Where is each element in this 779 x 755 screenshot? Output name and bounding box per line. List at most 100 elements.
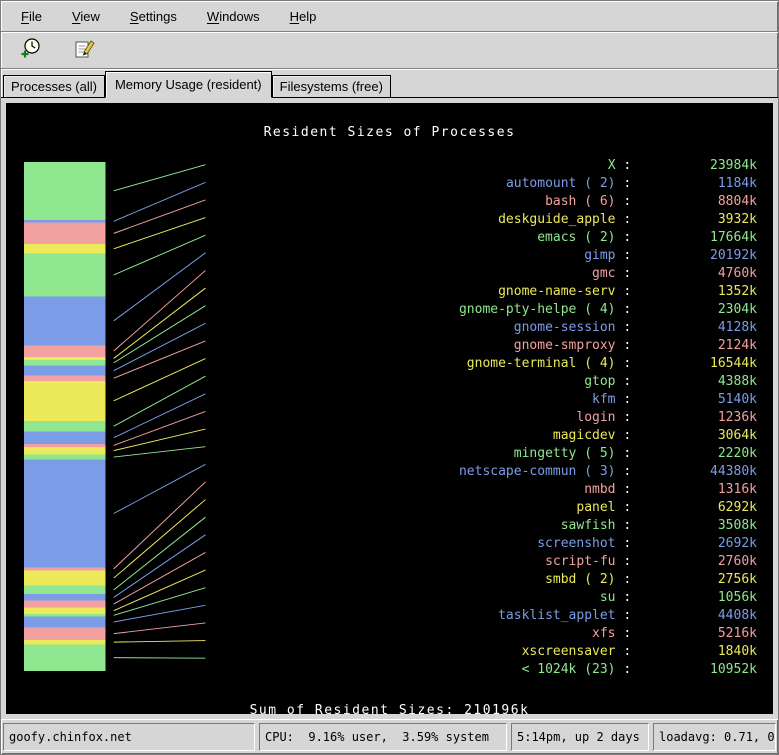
process-value: 1056k [639, 589, 757, 607]
colon-separator: : [616, 500, 639, 515]
process-row: kfm : 5140k [459, 391, 757, 409]
colon-separator: : [616, 608, 639, 623]
colon-separator: : [616, 482, 639, 497]
process-value: 2692k [639, 535, 757, 553]
process-value: 2760k [639, 553, 757, 571]
edit-properties-button[interactable] [71, 36, 99, 64]
colon-separator: : [616, 572, 639, 587]
colon-separator: : [616, 410, 639, 425]
process-value: 44380k [639, 463, 757, 481]
process-name: emacs ( 2) [537, 230, 615, 245]
process-name: mingetty ( 5) [514, 446, 616, 461]
colon-separator: : [616, 554, 639, 569]
process-value: 5216k [639, 625, 757, 643]
process-name: screenshot [537, 536, 615, 551]
process-value: 23984k [639, 157, 757, 175]
process-row: emacs ( 2) : 17664k [459, 229, 757, 247]
colon-separator: : [616, 320, 639, 335]
process-row: xfs : 5216k [459, 625, 757, 643]
process-row: nmbd : 1316k [459, 481, 757, 499]
status-cpu: CPU: 9.16% user, 3.59% system [259, 723, 507, 751]
colon-separator: : [616, 338, 639, 353]
process-name: gtop [584, 374, 615, 389]
process-name: netscape-commun ( 3) [459, 464, 616, 479]
colon-separator: : [616, 446, 639, 461]
process-name: kfm [592, 392, 615, 407]
process-value: 2304k [639, 301, 757, 319]
colon-separator: : [616, 644, 639, 659]
notebook-tabs: Processes (all)Memory Usage (resident)Fi… [1, 71, 778, 97]
process-row: script-fu : 2760k [459, 553, 757, 571]
process-value: 1316k [639, 481, 757, 499]
process-row: login : 1236k [459, 409, 757, 427]
process-value: 1352k [639, 283, 757, 301]
colon-separator: : [616, 392, 639, 407]
process-value: 2220k [639, 445, 757, 463]
process-row: deskguide_apple : 3932k [459, 211, 757, 229]
process-row: mingetty ( 5) : 2220k [459, 445, 757, 463]
process-row: automount ( 2) : 1184k [459, 175, 757, 193]
colon-separator: : [616, 590, 639, 605]
process-name: sawfish [561, 518, 616, 533]
process-name: magicdev [553, 428, 616, 443]
process-value: 3932k [639, 211, 757, 229]
process-name: su [600, 590, 616, 605]
menu-help[interactable]: Help [288, 7, 319, 26]
menu-view[interactable]: View [70, 7, 102, 26]
process-value: 1184k [639, 175, 757, 193]
tab-filesystems-free[interactable]: Filesystems (free) [272, 75, 391, 97]
chart-sum-label: Sum of Resident Sizes: 210196k [6, 703, 773, 714]
process-value: 8804k [639, 193, 757, 211]
process-name: automount ( 2) [506, 176, 616, 191]
colon-separator: : [616, 428, 639, 443]
process-row: gnome-terminal ( 4) : 16544k [459, 355, 757, 373]
process-name: gnome-name-serv [498, 284, 615, 299]
process-row: X : 23984k [459, 157, 757, 175]
menu-settings[interactable]: Settings [128, 7, 179, 26]
menu-bar: File View Settings Windows Help [1, 1, 778, 32]
process-value: 17664k [639, 229, 757, 247]
colon-separator: : [616, 194, 639, 209]
process-row: gtop : 4388k [459, 373, 757, 391]
colon-separator: : [616, 374, 639, 389]
process-name: panel [576, 500, 615, 515]
tab-memory-usage-resident[interactable]: Memory Usage (resident) [105, 71, 272, 98]
menu-file[interactable]: File [19, 7, 44, 26]
process-name: gimp [584, 248, 615, 263]
process-name: nmbd [584, 482, 615, 497]
process-row: su : 1056k [459, 589, 757, 607]
process-row: smbd ( 2) : 2756k [459, 571, 757, 589]
colon-separator: : [616, 176, 639, 191]
add-view-button[interactable] [17, 36, 45, 64]
colon-separator: : [616, 158, 639, 173]
process-row: sawfish : 3508k [459, 517, 757, 535]
memory-usage-chart: Resident Sizes of Processes X : 23984kau… [6, 103, 773, 714]
colon-separator: : [616, 356, 639, 371]
menu-windows[interactable]: Windows [205, 7, 262, 26]
status-hostname: goofy.chinfox.net [3, 723, 255, 751]
process-row: gnome-smproxy : 2124k [459, 337, 757, 355]
process-name: deskguide_apple [498, 212, 615, 227]
pencil-edit-icon [73, 37, 97, 64]
process-name: gmc [592, 266, 615, 281]
process-value: 4128k [639, 319, 757, 337]
tab-processes-all[interactable]: Processes (all) [3, 75, 105, 97]
colon-separator: : [616, 284, 639, 299]
process-name: X [608, 158, 616, 173]
toolbar [1, 32, 778, 69]
process-name: < 1024k (23) [522, 662, 616, 677]
status-bar: goofy.chinfox.netCPU: 9.16% user, 3.59% … [1, 719, 778, 754]
process-name: xfs [592, 626, 615, 641]
process-value: 4760k [639, 265, 757, 283]
colon-separator: : [616, 464, 639, 479]
process-row: < 1024k (23) : 10952k [459, 661, 757, 679]
colon-separator: : [616, 266, 639, 281]
colon-separator: : [616, 230, 639, 245]
process-row: screenshot : 2692k [459, 535, 757, 553]
process-value: 1840k [639, 643, 757, 661]
process-value: 16544k [639, 355, 757, 373]
process-value: 2756k [639, 571, 757, 589]
process-row: magicdev : 3064k [459, 427, 757, 445]
process-row: panel : 6292k [459, 499, 757, 517]
colon-separator: : [616, 302, 639, 317]
